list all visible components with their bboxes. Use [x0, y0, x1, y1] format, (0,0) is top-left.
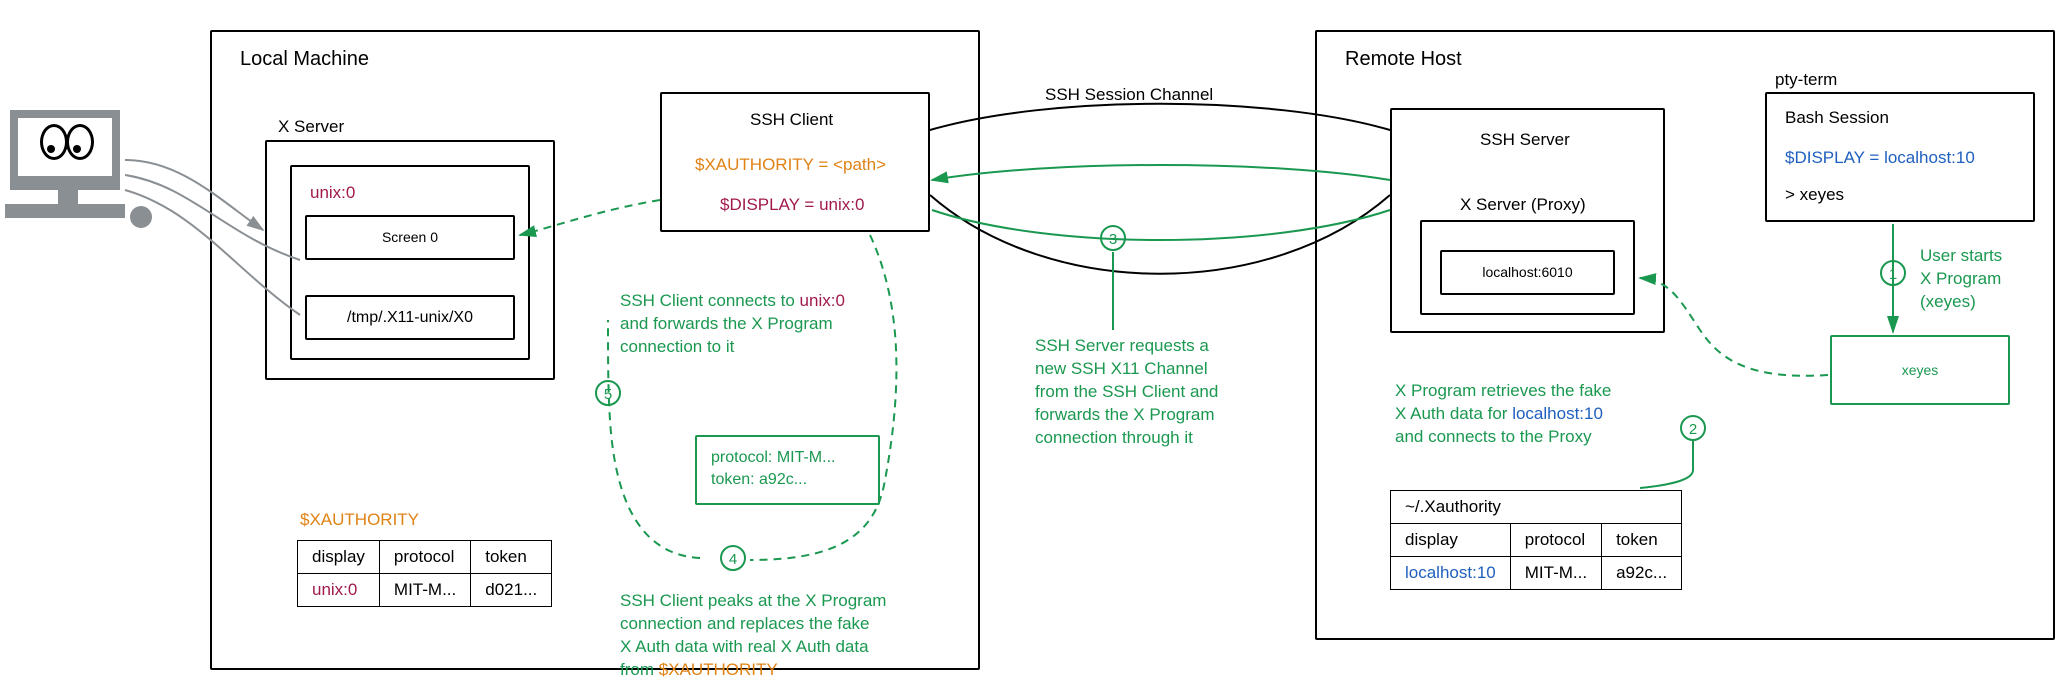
step-3-text: SSH Server requests a new SSH X11 Channe…	[1035, 335, 1255, 450]
bash-display: $DISPLAY = localhost:10	[1785, 148, 1975, 168]
proxy-title: X Server (Proxy)	[1460, 195, 1586, 215]
ssh-client-xauthority: $XAUTHORITY = <path>	[695, 155, 886, 175]
bash-prompt: > xeyes	[1785, 185, 1844, 205]
ssh-channel-label: SSH Session Channel	[1045, 85, 1213, 105]
packet-line1: protocol: MIT-M...	[711, 447, 864, 469]
xeyes-box: xeyes	[1830, 335, 2010, 405]
local-xauth-table: display protocol token unix:0 MIT-M... d…	[297, 540, 552, 607]
xauth-packet-box: protocol: MIT-M... token: a92c...	[695, 435, 880, 505]
local-xauth-protocol: MIT-M...	[379, 574, 470, 607]
remote-xauth-display: localhost:10	[1391, 557, 1511, 590]
step-2-badge: 2	[1680, 415, 1706, 441]
monitor-icon	[10, 110, 125, 218]
packet-line2: token: a92c...	[711, 469, 864, 491]
ssh-client-display: $DISPLAY = unix:0	[720, 195, 864, 215]
step-5-badge: 5	[595, 380, 621, 406]
step-1-text: User starts X Program (xeyes)	[1920, 245, 2060, 314]
remote-xauth-caption: ~/.Xauthority	[1391, 491, 1682, 524]
local-machine-title: Local Machine	[240, 48, 369, 71]
remote-host-title: Remote Host	[1345, 48, 1462, 71]
step-3-badge: 3	[1100, 225, 1126, 251]
xserver-screen: Screen 0	[305, 215, 515, 260]
remote-xauth-protocol: MIT-M...	[1510, 557, 1601, 590]
xserver-socket: /tmp/.X11-unix/X0	[305, 295, 515, 340]
local-xauth-display: unix:0	[298, 574, 380, 607]
local-xauth-title: $XAUTHORITY	[300, 510, 419, 530]
xserver-display: unix:0	[310, 183, 355, 203]
local-xauth-token: d021...	[471, 574, 552, 607]
step-1-badge: 1	[1880, 260, 1906, 286]
xeyes-label: xeyes	[1902, 362, 1939, 378]
ssh-server-title: SSH Server	[1480, 130, 1570, 150]
ssh-client-title: SSH Client	[750, 110, 833, 130]
local-xauth-h-token: token	[471, 541, 552, 574]
step-4-text: SSH Client peaks at the X Program connec…	[620, 590, 940, 682]
bash-session-title: Bash Session	[1785, 108, 1889, 128]
remote-xauth-h-display: display	[1391, 524, 1511, 557]
xserver-title: X Server	[278, 117, 344, 137]
remote-xauth-token: a92c...	[1602, 557, 1682, 590]
proxy-listen: localhost:6010	[1440, 250, 1615, 295]
local-xauth-h-protocol: protocol	[379, 541, 470, 574]
remote-xauth-table: ~/.Xauthority display protocol token loc…	[1390, 490, 1682, 590]
local-xauth-h-display: display	[298, 541, 380, 574]
step-5-text: SSH Client connects to unix:0 and forwar…	[620, 290, 880, 359]
step-4-badge: 4	[720, 545, 746, 571]
remote-xauth-h-token: token	[1602, 524, 1682, 557]
step-2-text: X Program retrieves the fake X Auth data…	[1395, 380, 1655, 449]
pty-term-title: pty-term	[1775, 70, 1837, 90]
remote-xauth-h-protocol: protocol	[1510, 524, 1601, 557]
